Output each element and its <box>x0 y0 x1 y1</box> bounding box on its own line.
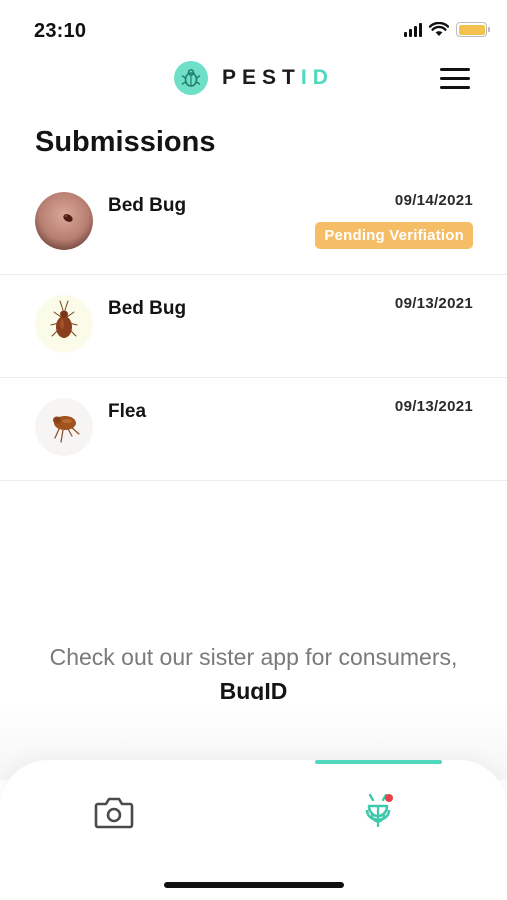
submission-name: Flea <box>108 401 147 422</box>
bed-bug-on-skin-thumbnail <box>35 192 93 250</box>
submissions-tab[interactable] <box>356 790 400 834</box>
submission-row[interactable]: Bed Bug 09/13/2021 <box>0 275 507 378</box>
submission-row[interactable]: Flea 09/13/2021 <box>0 378 507 481</box>
bottom-tab-bar <box>0 760 507 900</box>
logo-main-text: PEST <box>222 66 301 89</box>
battery-icon <box>456 22 490 37</box>
pestid-wordmark: PESTID <box>222 66 334 90</box>
page-title: Submissions <box>35 126 216 158</box>
active-tab-indicator <box>315 760 442 764</box>
home-indicator <box>164 882 344 888</box>
logo-accent-text: ID <box>300 66 334 89</box>
submission-date: 09/13/2021 <box>394 295 473 312</box>
sister-app-promo: Check out our sister app for consumers, … <box>0 640 507 708</box>
submission-date: 09/14/2021 <box>394 192 473 209</box>
promo-text: Check out our sister app for consumers, <box>49 644 458 670</box>
camera-tab[interactable] <box>92 790 136 834</box>
menu-line <box>440 86 470 89</box>
status-time: 23:10 <box>34 20 87 42</box>
bug-icon <box>365 793 393 827</box>
submissions-list: Bed Bug 09/14/2021 Pending Verifiation B… <box>0 172 507 481</box>
app-header: PESTID <box>0 56 507 106</box>
notification-dot <box>385 794 393 802</box>
submission-date: 09/13/2021 <box>394 398 473 415</box>
pestid-logo: PESTID <box>174 61 334 95</box>
status-badge: Pending Verifiation <box>315 222 473 249</box>
submission-name: Bed Bug <box>108 298 187 319</box>
status-bar: 23:10 <box>0 0 507 60</box>
wifi-icon <box>429 22 449 36</box>
flea-thumbnail <box>35 398 93 456</box>
submission-name: Bed Bug <box>108 195 187 216</box>
menu-line <box>440 77 470 80</box>
hamburger-menu-button[interactable] <box>440 68 470 92</box>
status-icons <box>404 22 490 37</box>
menu-line <box>440 68 470 71</box>
camera-icon <box>94 797 134 829</box>
bed-bug-thumbnail <box>35 295 93 353</box>
cellular-signal-icon <box>404 22 422 37</box>
pestid-logo-icon <box>174 61 208 95</box>
submission-row[interactable]: Bed Bug 09/14/2021 Pending Verifiation <box>0 172 507 275</box>
